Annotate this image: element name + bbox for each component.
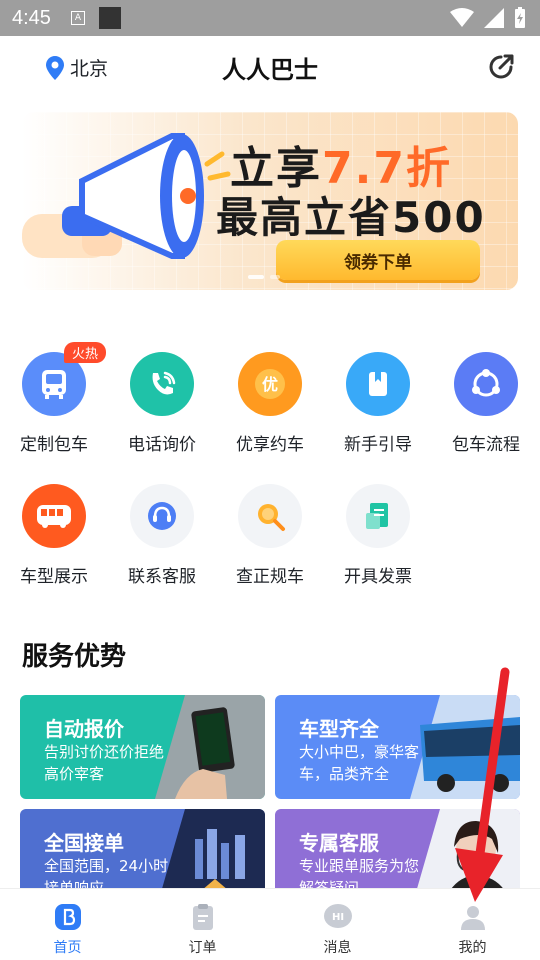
promo-banner[interactable]: 立享7.7折 最高立省500 领券下单 bbox=[22, 112, 518, 290]
page-title: 人人巴士 bbox=[222, 56, 318, 84]
quick-action-label: 查正规车 bbox=[236, 567, 304, 587]
bottom-tab-bar: 首页 订单 HI 消息 我的 bbox=[0, 888, 540, 960]
quick-action-custom-charter[interactable]: 定制包车 bbox=[0, 352, 108, 455]
card-title: 自动报价 bbox=[44, 717, 124, 741]
quick-action-label: 车型展示 bbox=[20, 567, 88, 587]
profile-icon bbox=[460, 906, 485, 930]
quick-action-label: 包车流程 bbox=[452, 435, 520, 455]
quick-action-issue-invoice[interactable]: 开具发票 bbox=[324, 484, 432, 587]
phone-icon bbox=[130, 352, 194, 416]
message-icon: HI bbox=[323, 904, 352, 928]
app-header: 北京 人人巴士 bbox=[0, 36, 540, 98]
battery-icon bbox=[515, 7, 525, 28]
card-title: 车型齐全 bbox=[299, 717, 379, 741]
quick-action-verify-vehicle[interactable]: 查正规车 bbox=[216, 484, 324, 587]
megaphone-icon bbox=[22, 133, 231, 259]
coach-icon bbox=[22, 484, 86, 548]
hot-badge: 火热 bbox=[64, 342, 107, 363]
advantage-card-full-fleet[interactable]: 车型齐全 大小中巴，豪华客车，品类齐全 bbox=[275, 695, 520, 799]
banner-pagination bbox=[248, 275, 280, 279]
quick-action-beginner-guide[interactable]: 新手引导 bbox=[324, 352, 432, 455]
card-title: 专属客服 bbox=[299, 831, 379, 855]
claim-coupon-button[interactable]: 领券下单 bbox=[276, 240, 480, 280]
section-title: 服务优势 bbox=[22, 642, 127, 672]
coupon-icon: 优 bbox=[238, 352, 302, 416]
status-icons bbox=[450, 7, 526, 29]
quick-action-label: 优享约车 bbox=[236, 435, 304, 455]
banner-subheadline: 最高立省500 bbox=[216, 193, 486, 242]
tab-orders[interactable]: 订单 bbox=[135, 889, 270, 960]
share-button[interactable] bbox=[486, 52, 516, 86]
flow-icon bbox=[454, 352, 518, 416]
status-bar: 4:45 A bbox=[0, 0, 540, 36]
tab-label: 消息 bbox=[323, 940, 352, 956]
svg-text:优: 优 bbox=[262, 375, 278, 394]
tab-label: 我的 bbox=[458, 940, 487, 956]
tab-profile[interactable]: 我的 bbox=[405, 889, 540, 960]
quick-action-charter-process[interactable]: 包车流程 bbox=[432, 352, 540, 455]
svg-text:HI: HI bbox=[331, 912, 343, 923]
wifi-icon bbox=[450, 8, 474, 27]
tab-home[interactable]: 首页 bbox=[0, 889, 135, 960]
status-time: 4:45 bbox=[12, 6, 51, 29]
quick-action-label: 开具发票 bbox=[344, 567, 412, 587]
service-icon bbox=[130, 484, 194, 548]
invoice-icon bbox=[346, 484, 410, 548]
tab-label: 订单 bbox=[188, 940, 217, 956]
quick-action-label: 电话询价 bbox=[128, 435, 196, 455]
order-icon bbox=[192, 904, 213, 930]
notification-square-icon bbox=[98, 7, 121, 29]
guide-icon bbox=[346, 352, 410, 416]
search-icon bbox=[238, 484, 302, 548]
signal-icon bbox=[484, 8, 504, 28]
quick-action-vehicle-showcase[interactable]: 车型展示 bbox=[0, 484, 108, 587]
quick-action-contact-service[interactable]: 联系客服 bbox=[108, 484, 216, 587]
quick-action-label: 新手引导 bbox=[344, 435, 412, 455]
tab-messages[interactable]: HI 消息 bbox=[270, 889, 405, 960]
quick-action-premium-booking[interactable]: 优 优享约车 bbox=[216, 352, 324, 455]
notification-a-icon: A bbox=[70, 11, 85, 25]
card-title: 全国接单 bbox=[44, 831, 124, 855]
card-subtitle: 大小中巴，豪华客车，品类齐全 bbox=[299, 743, 420, 783]
share-icon bbox=[489, 54, 514, 79]
page-dot-active bbox=[248, 275, 264, 279]
quick-action-label: 定制包车 bbox=[20, 435, 88, 455]
home-icon bbox=[54, 904, 81, 930]
page-dot bbox=[270, 275, 280, 279]
quick-action-label: 联系客服 bbox=[128, 567, 196, 587]
quick-action-phone-quote[interactable]: 电话询价 bbox=[108, 352, 216, 455]
card-subtitle: 告别讨价还价拒绝高价宰客 bbox=[44, 743, 165, 783]
advantage-card-auto-quote[interactable]: 自动报价 告别讨价还价拒绝高价宰客 bbox=[20, 695, 265, 799]
tab-label: 首页 bbox=[53, 940, 82, 956]
